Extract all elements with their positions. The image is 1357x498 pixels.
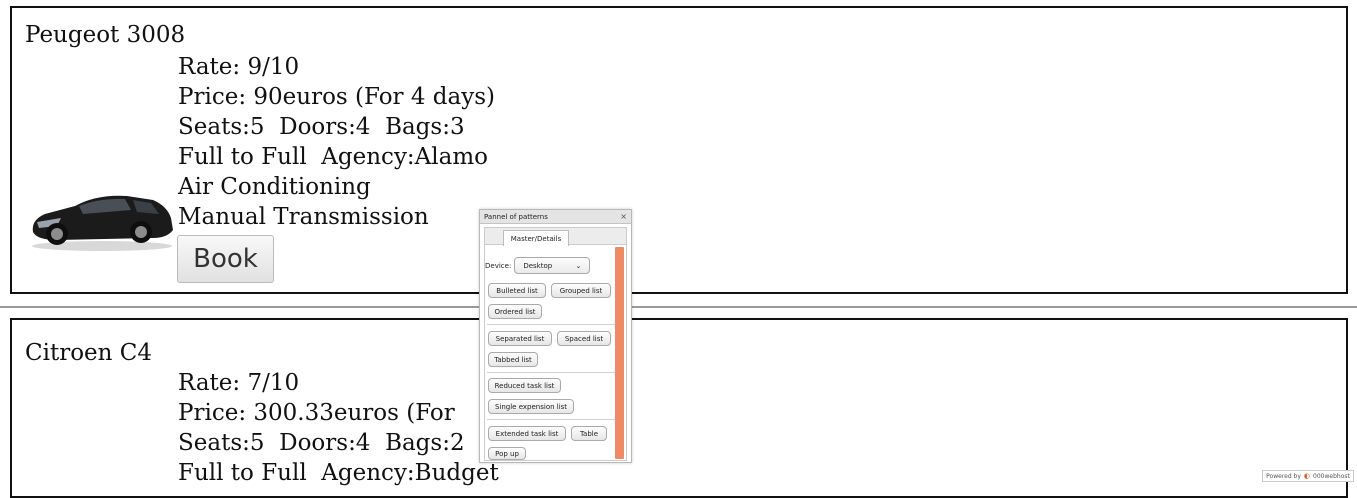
- tab-master-details[interactable]: Master/Details: [503, 230, 569, 246]
- group-divider: [487, 419, 617, 420]
- reduced-task-list-button[interactable]: Reduced task list: [488, 378, 561, 393]
- group-divider: [487, 324, 617, 325]
- powered-brand: 000webhost: [1313, 472, 1350, 480]
- bulleted-list-button[interactable]: Bulleted list: [488, 283, 546, 298]
- grouped-list-button[interactable]: Grouped list: [551, 283, 611, 298]
- single-expension-list-button[interactable]: Single expension list: [488, 399, 574, 414]
- car-ac: Air Conditioning: [178, 174, 371, 200]
- panel-scrollbar[interactable]: [615, 247, 624, 459]
- spaced-list-button[interactable]: Spaced list: [557, 331, 611, 346]
- panel-title: Pannel of patterns: [484, 212, 548, 221]
- close-icon[interactable]: ×: [620, 212, 627, 221]
- car-specs: Seats:5 Doors:4 Bags:3: [178, 114, 465, 140]
- panel-header[interactable]: Pannel of patterns ×: [480, 210, 631, 224]
- device-value: Desktop: [523, 261, 553, 270]
- panel-tabs: Master/Details: [484, 227, 627, 246]
- pop-up-button[interactable]: Pop up: [488, 447, 526, 460]
- powered-by-badge[interactable]: Powered by ◐ 000webhost: [1262, 470, 1354, 482]
- car-fuel-agency: Full to Full Agency:Budget: [178, 460, 499, 486]
- device-label: Device:: [485, 261, 512, 270]
- car-name: Peugeot 3008: [25, 22, 186, 48]
- car-name: Citroen C4: [25, 340, 153, 366]
- device-row: Device: Desktop ⌄: [485, 257, 591, 274]
- device-select[interactable]: Desktop ⌄: [514, 257, 591, 274]
- car-image: [32, 195, 173, 251]
- car-price: Price: 300.33euros (For: [178, 400, 455, 426]
- car-rate: Rate: 7/10: [178, 370, 300, 396]
- tabbed-list-button[interactable]: Tabbed list: [488, 352, 538, 367]
- car-rate: Rate: 9/10: [178, 54, 300, 80]
- patterns-panel: Pannel of patterns × Master/Details Devi…: [479, 209, 632, 463]
- car-specs: Seats:5 Doors:4 Bags:2: [178, 430, 465, 456]
- ordered-list-button[interactable]: Ordered list: [488, 304, 542, 319]
- panel-body: Device: Desktop ⌄ Bulleted list Grouped …: [484, 245, 627, 461]
- chevron-down-icon: ⌄: [575, 261, 582, 270]
- car-transmission: Manual Transmission: [178, 204, 429, 230]
- webhost-logo-icon: ◐: [1303, 472, 1311, 480]
- car-listing-citroen: Citroen C4 Rate: 7/10 Price: 300.33euros…: [10, 318, 1348, 498]
- powered-prefix: Powered by: [1266, 472, 1301, 480]
- group-divider: [487, 372, 617, 373]
- table-button[interactable]: Table: [571, 426, 607, 441]
- car-price: Price: 90euros (For 4 days): [178, 84, 496, 110]
- book-button[interactable]: Book: [177, 235, 274, 283]
- car-fuel-agency: Full to Full Agency:Alamo: [178, 144, 489, 170]
- car-listing-peugeot: Peugeot 3008 Rate: 9/10 Price: 90euros (…: [10, 6, 1348, 294]
- separated-list-button[interactable]: Separated list: [488, 331, 552, 346]
- divider: [0, 306, 1357, 308]
- extended-task-list-button[interactable]: Extended task list: [488, 426, 566, 441]
